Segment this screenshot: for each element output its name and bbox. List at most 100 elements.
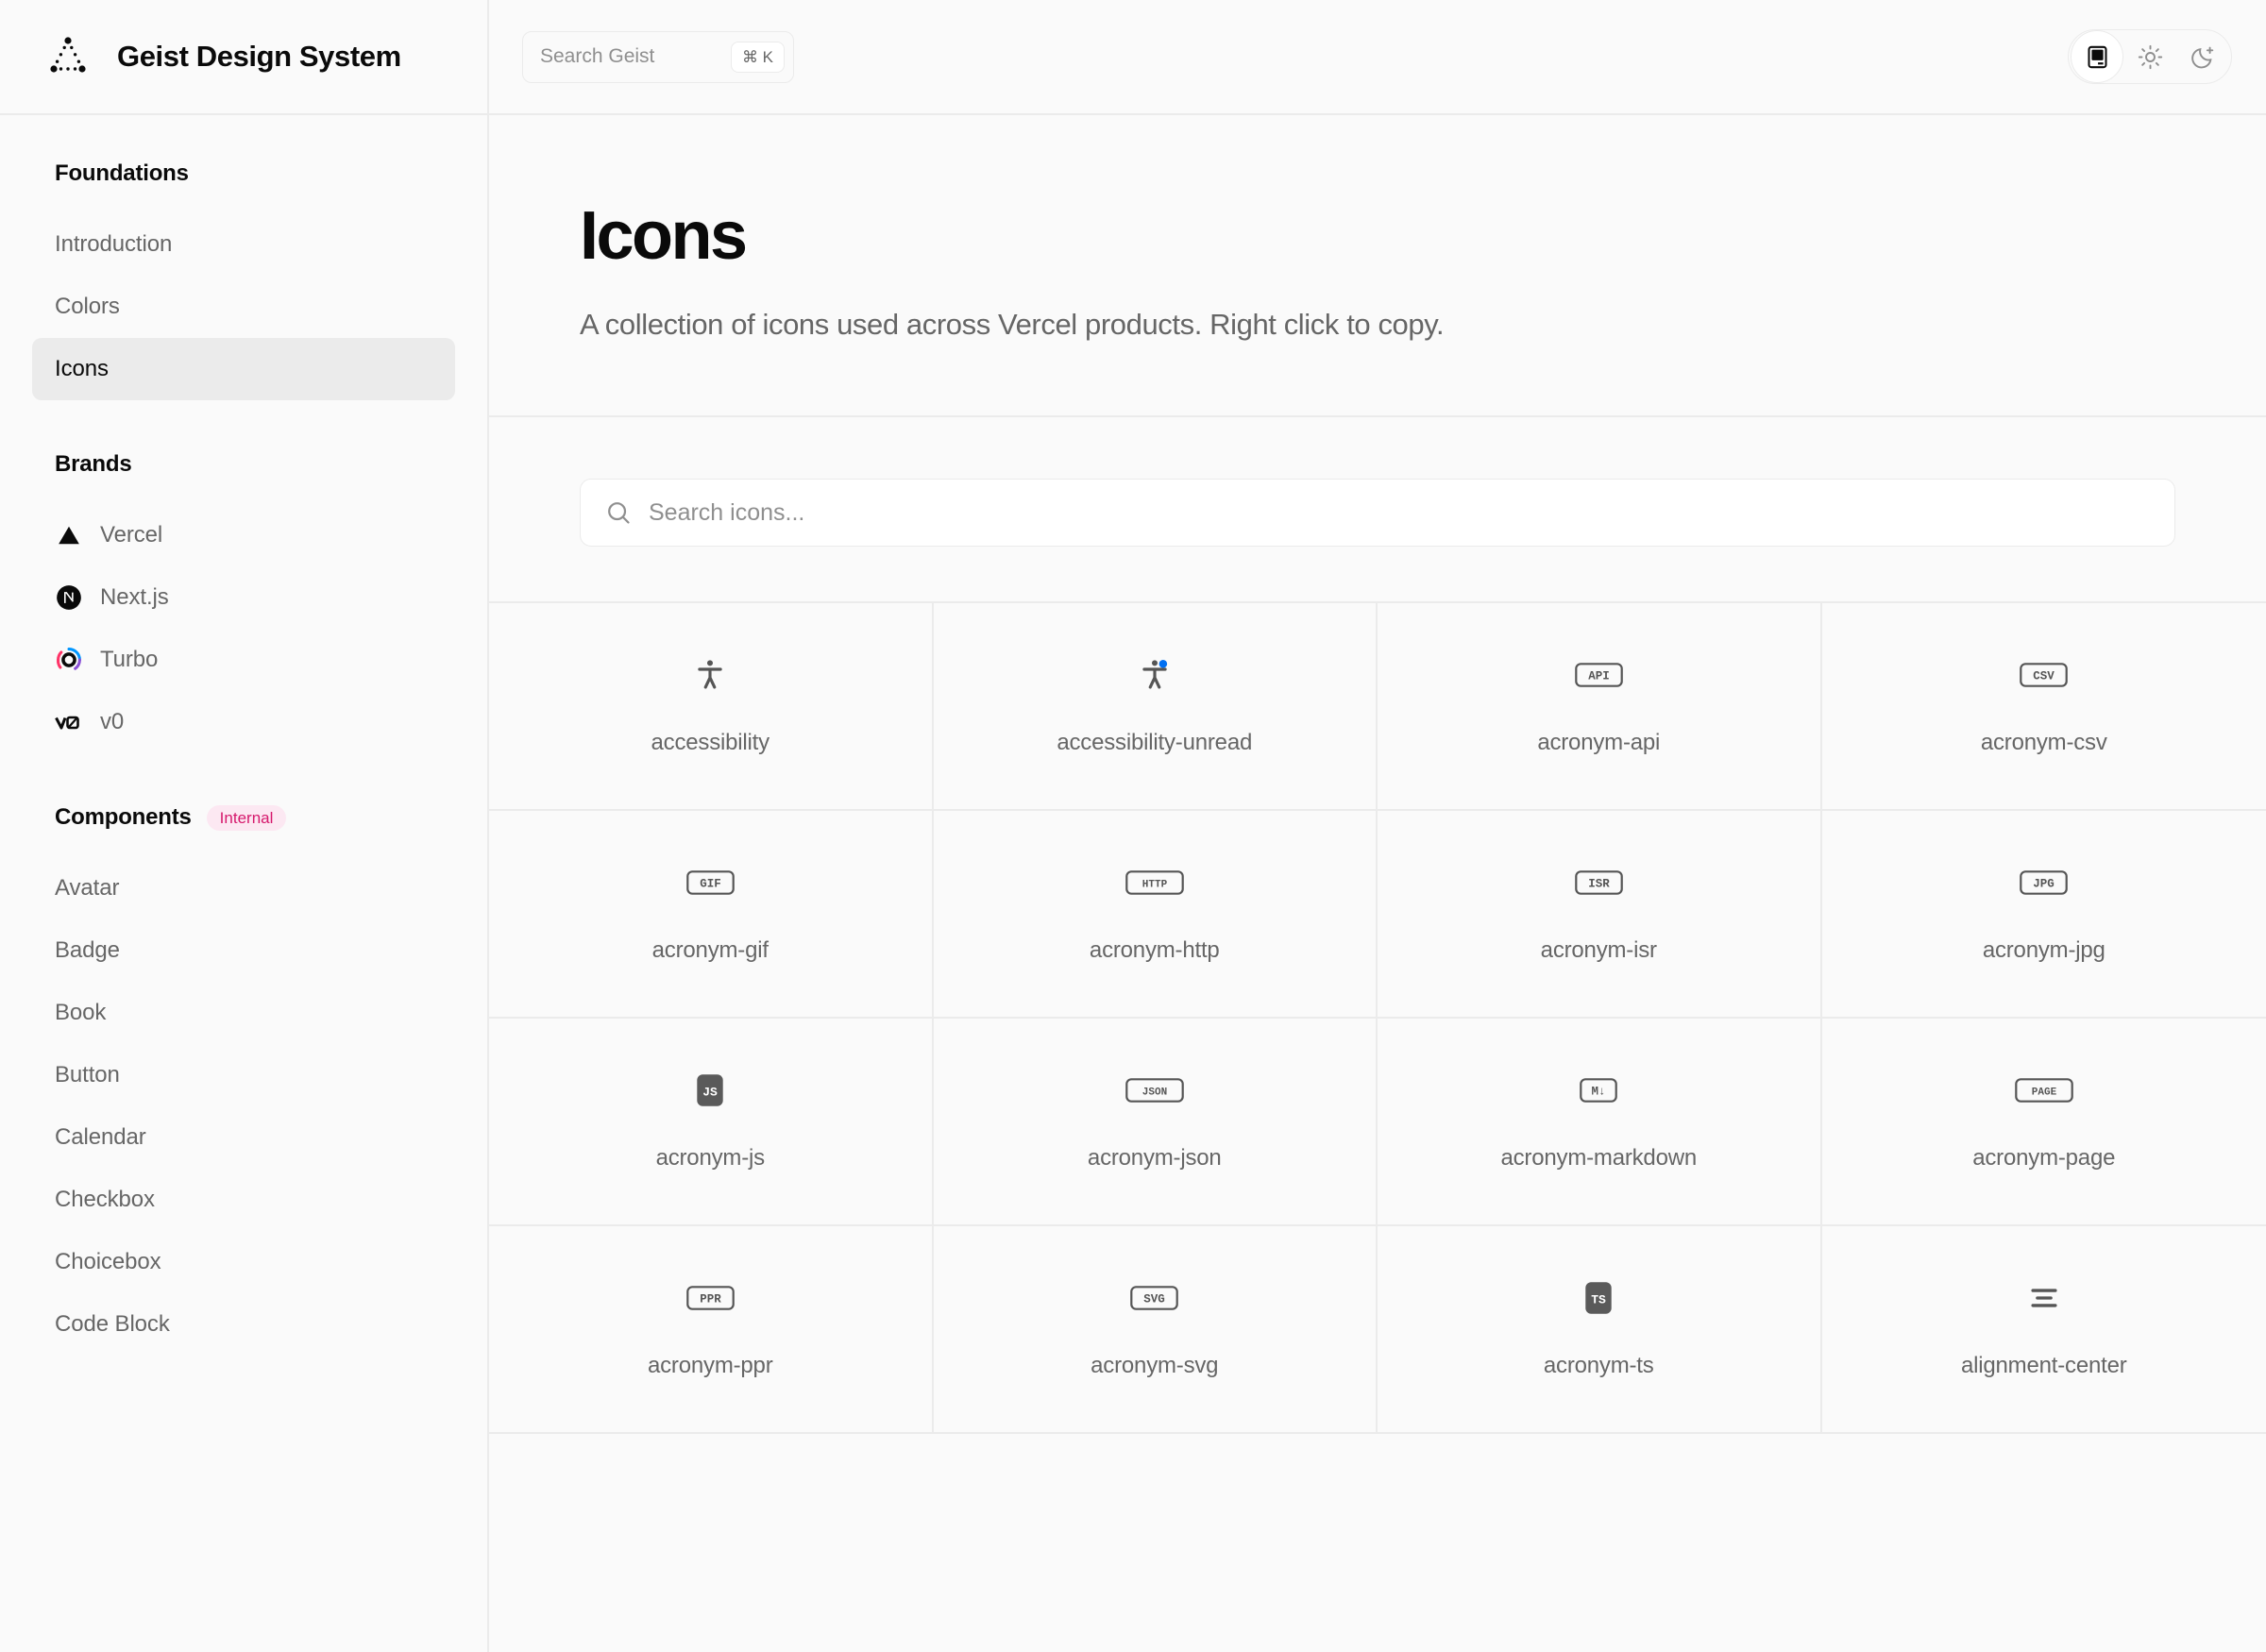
theme-switcher[interactable]	[2068, 29, 2232, 84]
svg-text:PPR: PPR	[700, 1292, 721, 1306]
svg-text:GIF: GIF	[700, 877, 721, 890]
svg-text:TS: TS	[1591, 1293, 1606, 1307]
moon-icon	[2190, 44, 2216, 70]
sidebar-item-label: Code Block	[55, 1311, 170, 1337]
svg-text:API: API	[1588, 669, 1610, 683]
icon-grid: accessibility accessibility-unread API acro…	[489, 601, 2266, 1434]
acronym-svg-icon: SVG	[1130, 1279, 1179, 1317]
geist-triangle-dotted-logo-icon	[42, 30, 94, 83]
sidebar-item-label: Vercel	[100, 522, 163, 548]
sidebar-item-vercel[interactable]: Vercel	[32, 504, 455, 566]
svg-text:PAGE: PAGE	[2032, 1087, 2057, 1098]
sidebar-item-nextjs[interactable]: Next.js	[32, 566, 455, 629]
icon-grid-cell[interactable]: alignment-center	[1821, 1226, 2266, 1434]
theme-option-dark[interactable]	[2176, 30, 2229, 83]
brand-title: Geist Design System	[117, 40, 401, 73]
icon-grid-cell-label: acronym-svg	[1091, 1353, 1219, 1378]
geist-search-input[interactable]: Search Geist ⌘ K	[522, 30, 794, 83]
icon-grid-cell[interactable]: PPR acronym-ppr	[489, 1226, 934, 1434]
icon-grid-cell[interactable]: TS acronym-ts	[1378, 1226, 1822, 1434]
sidebar-item-calendar[interactable]: Calendar	[32, 1106, 455, 1169]
sidebar-item-introduction[interactable]: Introduction	[32, 213, 455, 276]
icon-grid-cell[interactable]: JSON acronym-json	[933, 1019, 1378, 1226]
main-content: Icons A collection of icons used across …	[489, 115, 2266, 1652]
sidebar: Foundations Introduction Colors Icons Br…	[0, 115, 489, 1652]
sidebar-item-label: Avatar	[55, 875, 120, 901]
svg-text:HTTP: HTTP	[1142, 879, 1168, 890]
icon-grid-cell[interactable]: GIF acronym-gif	[489, 811, 934, 1019]
v0-icon	[55, 708, 83, 736]
accessibility-person-icon	[692, 656, 728, 694]
sidebar-item-label: Book	[55, 1000, 107, 1025]
svg-text:JSON: JSON	[1142, 1087, 1167, 1098]
icon-grid-cell[interactable]: CSV acronym-csv	[1821, 603, 2266, 811]
brand-area[interactable]: Geist Design System	[0, 0, 489, 113]
status-badge-internal: Internal	[206, 804, 287, 831]
sidebar-item-choicebox[interactable]: Choicebox	[32, 1231, 455, 1293]
sidebar-item-label: Icons	[55, 356, 109, 381]
sidebar-item-checkbox[interactable]: Checkbox	[32, 1169, 455, 1231]
icon-search-input[interactable]: Search icons...	[580, 479, 2175, 547]
acronym-js-icon: JS	[696, 1071, 724, 1109]
sidebar-heading-foundations: Foundations	[32, 160, 455, 187]
sidebar-item-badge[interactable]: Badge	[32, 919, 455, 982]
app-root: Geist Design System Search Geist ⌘ K Fou…	[0, 0, 2266, 1652]
sidebar-item-label: Checkbox	[55, 1187, 155, 1212]
body-row: Foundations Introduction Colors Icons Br…	[0, 115, 2266, 1652]
sidebar-item-code-block[interactable]: Code Block	[32, 1293, 455, 1356]
search-icon	[605, 499, 632, 526]
icon-grid-cell[interactable]: ISR acronym-isr	[1378, 811, 1822, 1019]
acronym-ppr-icon: PPR	[685, 1279, 735, 1317]
acronym-http-icon: HTTP	[1125, 864, 1184, 902]
sidebar-item-label: Calendar	[55, 1124, 146, 1150]
theme-option-light[interactable]	[2123, 30, 2176, 83]
icon-grid-cell-label: acronym-csv	[1980, 730, 2107, 755]
icon-grid-cell[interactable]: SVG acronym-svg	[933, 1226, 1378, 1434]
sidebar-item-icons[interactable]: Icons	[32, 338, 455, 400]
sidebar-item-label: Introduction	[55, 231, 173, 257]
icon-grid-cell-label: acronym-ppr	[647, 1353, 773, 1378]
acronym-jpg-icon: JPG	[2020, 864, 2069, 902]
acronym-api-icon: API	[1574, 656, 1623, 694]
nextjs-circle-icon	[55, 583, 83, 612]
monitor-icon	[2085, 44, 2110, 70]
sidebar-item-avatar[interactable]: Avatar	[32, 857, 455, 919]
theme-option-system[interactable]	[2071, 30, 2123, 83]
icon-grid-cell-label: alignment-center	[1960, 1353, 2127, 1378]
sidebar-item-colors[interactable]: Colors	[32, 276, 455, 338]
accessibility-unread-icon	[1137, 656, 1173, 694]
vercel-triangle-icon	[55, 521, 83, 549]
icon-grid-cell[interactable]: API acronym-api	[1378, 603, 1822, 811]
icon-grid-cell-label: acronym-gif	[651, 937, 769, 963]
sidebar-item-v0[interactable]: v0	[32, 691, 455, 753]
icon-grid-cell[interactable]: accessibility	[489, 603, 934, 811]
svg-text:ISR: ISR	[1588, 877, 1610, 890]
alignment-center-icon	[2026, 1279, 2062, 1317]
acronym-gif-icon: GIF	[685, 864, 735, 902]
icon-grid-cell-label: acronym-page	[1972, 1145, 2116, 1171]
acronym-isr-icon: ISR	[1574, 864, 1623, 902]
icon-grid-cell[interactable]: M↓ acronym-markdown	[1378, 1019, 1822, 1226]
icon-grid-cell[interactable]: PAGE acronym-page	[1821, 1019, 2266, 1226]
geist-search-placeholder: Search Geist	[540, 45, 655, 67]
icon-grid-cell[interactable]: accessibility-unread	[933, 603, 1378, 811]
icon-grid-cell[interactable]: HTTP acronym-http	[933, 811, 1378, 1019]
sidebar-item-button[interactable]: Button	[32, 1044, 455, 1106]
icon-grid-cell-label: acronym-jpg	[1982, 937, 2105, 963]
sidebar-item-label: Colors	[55, 294, 120, 319]
sidebar-item-label: Choicebox	[55, 1249, 161, 1274]
sidebar-item-label: v0	[100, 709, 125, 734]
sidebar-item-turbo[interactable]: Turbo	[32, 629, 455, 691]
icon-grid-cell-label: acronym-markdown	[1500, 1145, 1698, 1171]
sidebar-item-book[interactable]: Book	[32, 982, 455, 1044]
icon-grid-cell-label: acronym-api	[1537, 730, 1661, 755]
sidebar-heading-label: Components	[55, 804, 192, 830]
sidebar-heading-label: Foundations	[55, 160, 189, 186]
page-hero: Icons A collection of icons used across …	[489, 115, 2266, 417]
sidebar-item-label: Badge	[55, 937, 120, 963]
acronym-json-icon: JSON	[1125, 1071, 1184, 1109]
page-description: A collection of icons used across Vercel…	[580, 308, 1445, 341]
icon-grid-cell[interactable]: JS acronym-js	[489, 1019, 934, 1226]
icon-grid-cell-label: acronym-json	[1087, 1145, 1222, 1171]
icon-grid-cell[interactable]: JPG acronym-jpg	[1821, 811, 2266, 1019]
